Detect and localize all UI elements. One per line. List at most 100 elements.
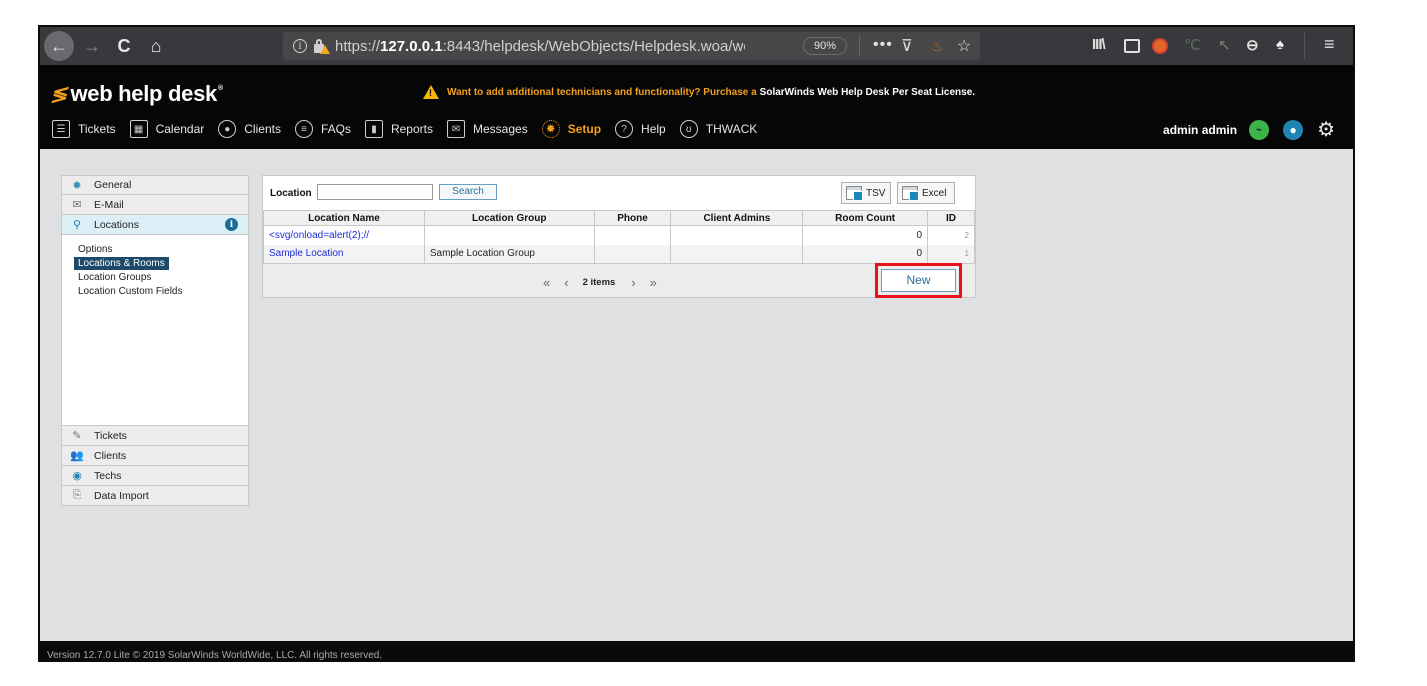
pocket-icon[interactable]: ⊽ — [901, 36, 913, 56]
arrow-left-icon: ← — [50, 35, 68, 56]
nav-clients[interactable]: ● Clients — [218, 120, 281, 138]
arrow-right-icon: → — [83, 35, 101, 56]
column-header-room-count[interactable]: Room Count — [802, 210, 929, 226]
hamburger-menu-icon[interactable]: ≡ — [1324, 34, 1335, 55]
java-plugin-icon[interactable]: ♨ — [931, 38, 944, 55]
prev-page-icon[interactable]: ‹ — [564, 275, 568, 290]
faqs-icon: ≡ — [294, 120, 313, 138]
ticket-icon: ✎ — [72, 430, 82, 442]
id-cell: 1 — [927, 244, 975, 264]
nav-setup[interactable]: ✹ Setup — [541, 120, 601, 138]
export-excel-button[interactable]: Excel — [897, 182, 955, 204]
column-header-phone[interactable]: Phone — [593, 210, 672, 226]
first-page-icon[interactable]: « — [543, 275, 550, 290]
table-export-icon — [846, 186, 863, 201]
column-header-client-admins[interactable]: Client Admins — [670, 210, 804, 226]
room-count-cell: 0 — [802, 225, 929, 245]
browser-window: ← → C ⌂ i https://127.0.0.1:8443/helpdes… — [38, 25, 1355, 662]
last-page-icon[interactable]: » — [650, 275, 657, 290]
sidebar-item-location-custom-fields[interactable]: Location Custom Fields — [74, 285, 187, 298]
setup-sidebar: ✹ General ✉ E-Mail ⚲ Locations i Options Loc… — [61, 175, 249, 506]
sidebar-section-clients[interactable]: 👥 Clients — [61, 446, 249, 466]
license-banner: ! Want to add additional technicians and… — [423, 85, 975, 99]
extension-blocker-icon[interactable] — [1152, 38, 1168, 54]
sidebar-section-general[interactable]: ✹ General — [61, 175, 249, 195]
location-pin-icon: ⚲ — [72, 219, 82, 231]
extension-icon[interactable]: ℃ — [1184, 36, 1201, 54]
table-row[interactable]: <svg/onload=alert(2);// 0 2 — [263, 225, 975, 245]
bookmark-star-icon[interactable]: ☆ — [957, 36, 971, 56]
user-name[interactable]: admin admin — [1163, 123, 1237, 137]
location-group-cell — [423, 225, 595, 245]
setup-gear-icon: ✹ — [541, 120, 560, 138]
url-text[interactable]: https://127.0.0.1:8443/helpdesk/WebObjec… — [335, 38, 745, 55]
column-header-id[interactable]: ID — [927, 210, 975, 226]
locations-panel: Location Search TSV Excel Location Name … — [262, 175, 976, 298]
browser-toolbar: ← → C ⌂ i https://127.0.0.1:8443/helpdes… — [40, 27, 1353, 65]
copyright-text: Version 12.7.0 Lite © 2019 SolarWinds Wo… — [47, 650, 383, 661]
table-row[interactable]: Sample Location Sample Location Group 0 … — [263, 244, 975, 264]
sidebar-item-locations-rooms[interactable]: Locations & Rooms — [74, 257, 169, 270]
nav-calendar[interactable]: ▦ Calendar — [129, 120, 204, 138]
insecure-lock-icon[interactable] — [313, 38, 330, 54]
url-bar[interactable]: i https://127.0.0.1:8443/helpdesk/WebObj… — [283, 32, 980, 60]
next-page-icon[interactable]: › — [631, 275, 635, 290]
library-icon[interactable]: III\ — [1092, 36, 1106, 53]
gear-icon: ✹ — [72, 179, 82, 192]
nav-faqs[interactable]: ≡ FAQs — [294, 120, 351, 138]
thwack-icon: ʊ — [679, 120, 698, 138]
account-icon[interactable]: ⊖ — [1246, 36, 1259, 54]
calendar-icon: ▦ — [129, 120, 148, 138]
sidebar-item-options[interactable]: Options — [74, 243, 116, 256]
reload-button[interactable]: C — [112, 32, 136, 60]
techs-icon: ◉ — [72, 470, 82, 482]
search-row: Location Search TSV Excel — [263, 176, 975, 210]
nav-thwack[interactable]: ʊ THWACK — [679, 120, 757, 138]
back-button[interactable]: ← — [44, 31, 74, 61]
divider — [1304, 33, 1305, 59]
column-header-location-name[interactable]: Location Name — [263, 210, 425, 226]
home-button[interactable]: ⌂ — [144, 32, 168, 60]
connection-status-icon[interactable]: ⌁ — [1249, 119, 1270, 140]
pagination: « ‹ 2 items › » — [543, 275, 671, 290]
sidebar-section-locations[interactable]: ⚲ Locations i — [61, 215, 249, 235]
settings-gear-icon[interactable]: ⚙ — [1317, 117, 1335, 142]
extension-privacy-icon[interactable]: ♠ — [1276, 36, 1284, 53]
locations-submenu: Options Locations & Rooms Location Group… — [61, 235, 249, 426]
page-actions-icon[interactable]: ••• — [873, 36, 893, 54]
help-icon: ? — [615, 120, 634, 138]
location-name-link[interactable]: <svg/onload=alert(2);// — [263, 225, 425, 245]
profile-icon[interactable]: ● — [1283, 119, 1304, 140]
sidebar-section-techs[interactable]: ◉ Techs — [61, 466, 249, 486]
sidebar-item-location-groups[interactable]: Location Groups — [74, 271, 155, 284]
zoom-level-badge[interactable]: 90% — [803, 37, 847, 55]
reports-icon: ▮ — [364, 120, 383, 138]
nav-help[interactable]: ? Help — [615, 120, 666, 138]
sidebar-section-tickets[interactable]: ✎ Tickets — [61, 426, 249, 446]
nav-messages[interactable]: ✉ Messages — [447, 120, 528, 138]
extension-cursor-icon[interactable]: ↖ — [1218, 36, 1231, 54]
client-admins-cell — [670, 225, 804, 245]
search-button[interactable]: Search — [439, 184, 497, 200]
nav-tickets[interactable]: ☰ Tickets — [52, 120, 116, 138]
nav-reports[interactable]: ▮ Reports — [364, 120, 433, 138]
info-icon[interactable]: i — [225, 218, 238, 231]
room-count-cell: 0 — [802, 244, 929, 264]
home-icon: ⌂ — [150, 35, 162, 56]
location-name-link[interactable]: Sample Location — [263, 244, 425, 264]
logo[interactable]: ≶ web help desk ® — [49, 81, 223, 107]
location-search-input[interactable] — [317, 184, 433, 200]
new-location-button[interactable]: New — [881, 269, 956, 292]
forward-button[interactable]: → — [80, 32, 104, 60]
column-header-location-group[interactable]: Location Group — [423, 210, 595, 226]
license-link[interactable]: SolarWinds Web Help Desk Per Seat Licens… — [760, 87, 975, 98]
clients-icon: ● — [218, 120, 237, 138]
data-import-icon: ⎘ — [72, 489, 82, 501]
sidebar-section-data-import[interactable]: ⎘ Data Import — [61, 486, 249, 506]
locations-table: Location Name Location Group Phone Clien… — [263, 210, 975, 264]
sidebar-section-email[interactable]: ✉ E-Mail — [61, 195, 249, 215]
info-icon[interactable]: i — [293, 39, 307, 53]
envelope-icon: ✉ — [447, 120, 465, 138]
export-tsv-button[interactable]: TSV — [841, 182, 891, 204]
sidebar-toggle-icon[interactable] — [1124, 39, 1140, 53]
